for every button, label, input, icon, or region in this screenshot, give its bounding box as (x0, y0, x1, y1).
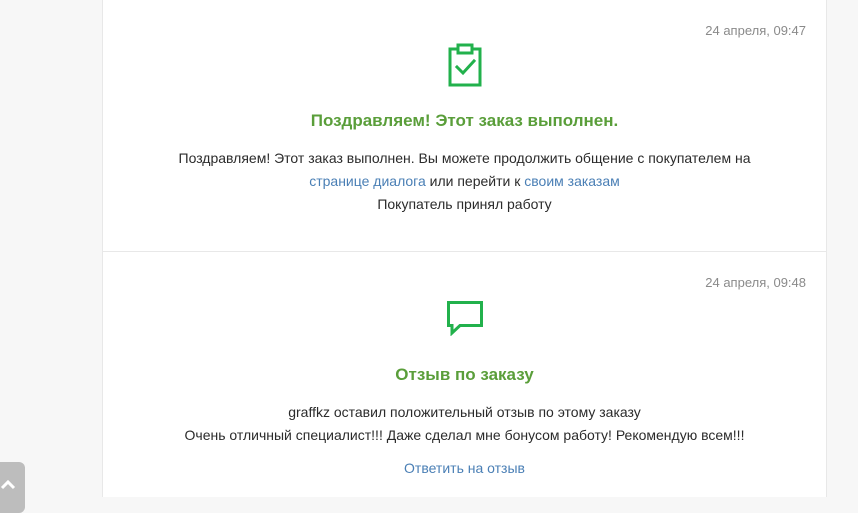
event-heading: Поздравляем! Этот заказ выполнен. (310, 111, 619, 130)
review-event: 24 апреля, 09:48 Отзыв по заказу graffkz… (103, 252, 826, 497)
event-message: Поздравляем! Этот заказ выполнен. Вы мож… (103, 147, 826, 216)
dialog-page-link[interactable]: странице диалога (309, 173, 426, 189)
review-text: Очень отличный специалист!!! Даже сделал… (184, 427, 745, 443)
message-line-links: странице диалога или перейти к своим зак… (103, 170, 826, 193)
reply-to-review-link[interactable]: Ответить на отзыв (404, 457, 525, 480)
event-heading: Отзыв по заказу (395, 365, 534, 384)
clipboard-check-icon (447, 43, 483, 92)
review-summary: graffkz оставил положительный отзыв по э… (288, 404, 641, 420)
message-line: Поздравляем! Этот заказ выполнен. Вы мож… (178, 150, 751, 166)
chat-bubble-icon (446, 300, 484, 341)
page: 24 апреля, 09:47 Поздравляем! Этот заказ… (0, 0, 858, 513)
scroll-to-top-button[interactable] (0, 462, 25, 513)
event-timestamp: 24 апреля, 09:47 (705, 23, 806, 38)
or-text: или перейти к (425, 173, 525, 189)
order-completed-event: 24 апреля, 09:47 Поздравляем! Этот заказ… (103, 0, 826, 252)
my-orders-link[interactable]: своим заказам (524, 173, 620, 189)
review-message: graffkz оставил положительный отзыв по э… (103, 401, 826, 480)
chevron-up-icon (0, 479, 16, 490)
event-timestamp: 24 апреля, 09:48 (705, 275, 806, 290)
buyer-accepted-text: Покупатель принял работу (377, 196, 552, 212)
order-timeline-card: 24 апреля, 09:47 Поздравляем! Этот заказ… (102, 0, 827, 497)
